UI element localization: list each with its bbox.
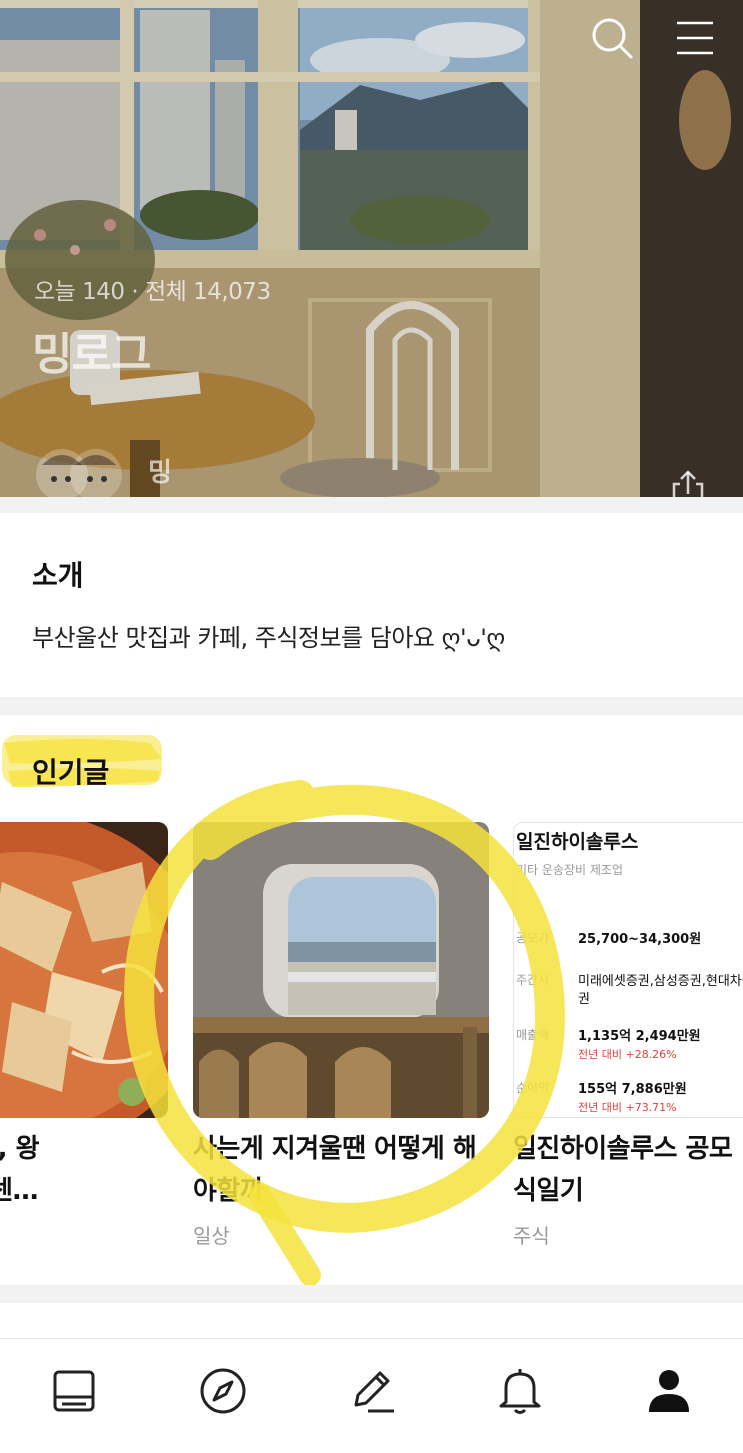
intro-section: 소개 부산울산 맛집과 카페, 주식정보를 담아요 ღ'ᴗ'ღ xyxy=(0,513,743,697)
stock-row-value: 25,700~34,300원 xyxy=(578,932,702,947)
bell-icon xyxy=(499,1369,541,1414)
tab-write[interactable] xyxy=(344,1363,400,1419)
stock-row-value: 미래에셋증권,삼성증권,현대차증 xyxy=(578,974,743,989)
tab-notifications[interactable] xyxy=(492,1363,548,1419)
stock-row-label: 매출액 xyxy=(516,1028,550,1042)
stock-name: 일진하이솔루스 xyxy=(516,831,639,853)
person-icon xyxy=(649,1370,689,1412)
stock-sector: 기타 운송장비 제조업 xyxy=(516,863,623,877)
stock-row-value: 권 xyxy=(578,992,590,1007)
blog-cover: 오늘 140 · 전체 14,073 밍로그 밍 xyxy=(0,0,743,497)
compass-icon xyxy=(200,1368,246,1414)
intro-text: 부산울산 맛집과 카페, 주식정보를 담아요 ღ'ᴗ'ღ xyxy=(32,624,505,652)
popular-heading: 인기글 xyxy=(32,756,110,789)
search-button[interactable] xyxy=(588,14,636,62)
menu-icon xyxy=(677,21,713,55)
menu-button[interactable] xyxy=(670,14,718,62)
post-thumbnail: 일진하이솔루스 기타 운송장비 제조업 공모가 25,700~34,300원 주… xyxy=(513,822,743,1118)
cover-photo xyxy=(0,0,743,497)
post-title: 일진하이솔루스 공모 식일기 xyxy=(513,1134,733,1206)
post-category: 일상 xyxy=(193,1224,230,1248)
bottom-tab-bar xyxy=(0,1338,743,1453)
pencil-icon xyxy=(354,1371,394,1413)
stock-row-change: 전년 대비 +73.71% xyxy=(578,1101,677,1114)
share-button[interactable] xyxy=(668,468,708,497)
share-icon xyxy=(672,470,704,497)
tab-feed[interactable] xyxy=(46,1363,102,1419)
popular-post-card[interactable]: 일진하이솔루스 기타 운송장비 제조업 공모가 25,700~34,300원 주… xyxy=(513,822,743,1249)
stock-row-label: 주간사 xyxy=(516,973,550,987)
intro-heading: 소개 xyxy=(32,559,84,592)
tab-discover[interactable] xyxy=(195,1363,251,1419)
visitor-stats: 오늘 140 · 전체 14,073 xyxy=(34,279,271,305)
post-title: 사는게 지겨울땐 어떻게 해 야할까 xyxy=(193,1134,477,1206)
stock-row-label: 공모가 xyxy=(516,931,550,945)
popular-posts-section: 인기글 이 마라탕집, 왕 신세계부산센… xyxy=(0,715,743,1285)
tab-my[interactable] xyxy=(641,1363,697,1419)
blog-nickname: 밍 xyxy=(148,458,172,488)
popular-post-card[interactable]: 사는게 지겨울땐 어떻게 해 야할까 일상 xyxy=(193,822,489,1249)
post-title: 이 마라탕집, 왕 신세계부산센… xyxy=(0,1134,40,1206)
stock-row-change: 전년 대비 +28.26% xyxy=(578,1048,677,1061)
popular-post-card[interactable]: 이 마라탕집, 왕 신세계부산센… xyxy=(0,822,168,1212)
post-category: 주식 xyxy=(513,1224,550,1248)
blog-title: 밍로그 xyxy=(32,329,151,380)
blog-home-page: 오늘 140 · 전체 14,073 밍로그 밍 소개 부산울산 맛집과 카페,… xyxy=(0,0,743,1453)
stock-row-value: 155억 7,886만원 xyxy=(578,1082,687,1097)
feed-icon xyxy=(53,1370,95,1412)
post-thumbnail xyxy=(0,822,168,1118)
search-icon xyxy=(592,18,633,59)
stock-row-label: 순이익 xyxy=(516,1081,550,1095)
avatar[interactable] xyxy=(34,445,128,497)
stock-row-value: 1,135억 2,494만원 xyxy=(578,1029,701,1044)
post-thumbnail xyxy=(193,822,489,1118)
